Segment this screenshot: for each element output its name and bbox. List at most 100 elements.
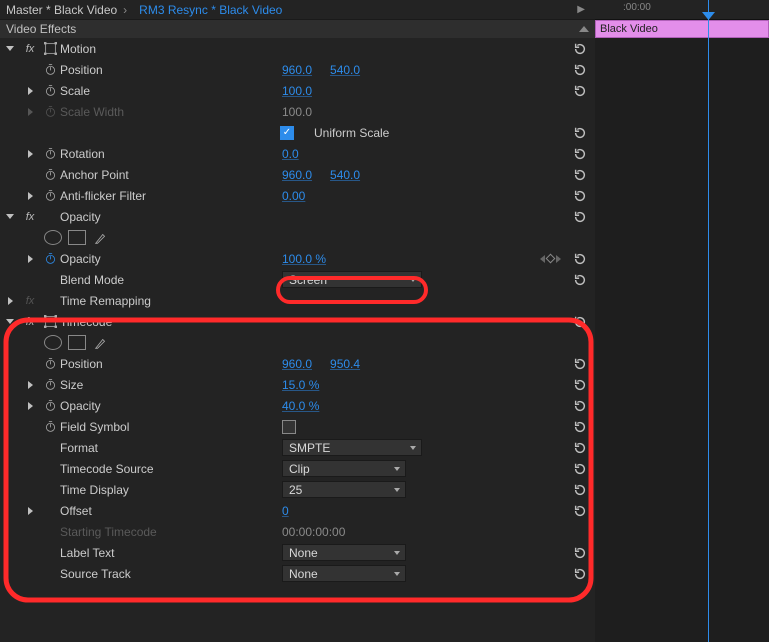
twirl-right-icon[interactable] <box>20 87 40 95</box>
effect-time-remapping[interactable]: fx Time Remapping <box>0 290 595 311</box>
effect-opacity[interactable]: fx Opacity <box>0 206 595 227</box>
reset-icon[interactable] <box>571 544 589 561</box>
mask-ellipse-button[interactable] <box>44 230 62 245</box>
reset-icon[interactable] <box>571 397 589 414</box>
mini-timeline: :00:00 Black Video <box>595 0 769 642</box>
add-keyframe-icon[interactable] <box>546 254 556 264</box>
mask-pen-button[interactable] <box>92 335 110 350</box>
prop-motion-antiflicker: Anti-flicker Filter 0.00 <box>0 185 595 206</box>
reset-icon[interactable] <box>571 82 589 99</box>
value[interactable]: 0 <box>282 504 289 518</box>
effect-motion[interactable]: fx Motion <box>0 38 595 59</box>
prop-label: Scale Width <box>60 105 124 119</box>
fx-badge-icon[interactable]: fx <box>20 211 40 223</box>
reset-icon[interactable] <box>571 61 589 78</box>
reset-icon[interactable] <box>571 460 589 477</box>
reset-icon[interactable] <box>571 376 589 393</box>
reset-icon[interactable] <box>571 40 589 57</box>
stopwatch-icon[interactable] <box>40 147 60 160</box>
value[interactable]: 100.0 <box>282 84 312 98</box>
stopwatch-icon[interactable] <box>40 189 60 202</box>
stopwatch-icon[interactable] <box>40 168 60 181</box>
prev-keyframe-icon[interactable] <box>540 255 545 263</box>
twirl-right-icon[interactable] <box>20 507 40 515</box>
value-x[interactable]: 960.0 <box>282 63 312 77</box>
uniform-scale-checkbox[interactable] <box>280 126 294 140</box>
stopwatch-icon[interactable] <box>40 63 60 76</box>
twirl-right-icon[interactable] <box>20 192 40 200</box>
twirl-right-icon[interactable] <box>20 255 40 263</box>
reset-icon[interactable] <box>571 502 589 519</box>
reset-icon[interactable] <box>571 124 589 141</box>
reset-icon[interactable] <box>571 439 589 456</box>
effect-timecode[interactable]: fx Timecode <box>0 311 595 332</box>
reset-icon[interactable] <box>571 418 589 435</box>
value[interactable]: 40.0 % <box>282 399 319 413</box>
twirl-right-icon[interactable] <box>20 402 40 410</box>
stopwatch-icon[interactable] <box>40 378 60 391</box>
prop-label: Rotation <box>60 147 105 161</box>
prop-motion-scale: Scale 100.0 <box>0 80 595 101</box>
keyframe-nav <box>540 255 561 263</box>
reset-icon[interactable] <box>571 208 589 225</box>
reset-icon[interactable] <box>571 250 589 267</box>
reset-icon[interactable] <box>571 565 589 582</box>
twirl-right-icon[interactable] <box>20 381 40 389</box>
stopwatch-icon[interactable] <box>40 357 60 370</box>
reset-icon[interactable] <box>571 271 589 288</box>
value[interactable]: 0.0 <box>282 147 299 161</box>
mask-rect-button[interactable] <box>68 335 86 350</box>
mask-pen-button[interactable] <box>92 230 110 245</box>
next-keyframe-icon[interactable] <box>556 255 561 263</box>
playhead-line[interactable] <box>708 0 709 642</box>
prop-tc-opacity: Opacity 40.0 % <box>0 395 595 416</box>
twirl-down-icon[interactable] <box>0 319 20 324</box>
stopwatch-icon[interactable] <box>40 399 60 412</box>
play-icon[interactable]: ▶ <box>577 4 589 15</box>
twirl-right-icon[interactable] <box>0 297 20 305</box>
time-display-dropdown[interactable]: 25 <box>282 481 406 498</box>
value-y[interactable]: 540.0 <box>330 168 360 182</box>
prop-motion-anchor: Anchor Point 960.0540.0 <box>0 164 595 185</box>
value[interactable]: 0.00 <box>282 189 305 203</box>
fx-badge-icon[interactable]: fx <box>20 316 40 328</box>
blend-mode-dropdown[interactable]: Screen <box>282 271 422 288</box>
twirl-down-icon[interactable] <box>0 46 20 51</box>
mask-ellipse-button[interactable] <box>44 335 62 350</box>
prop-tc-field: Field Symbol <box>0 416 595 437</box>
mask-rect-button[interactable] <box>68 230 86 245</box>
reset-icon[interactable] <box>571 166 589 183</box>
effect-name: Opacity <box>60 210 101 224</box>
value-y[interactable]: 950.4 <box>330 357 360 371</box>
prop-label: Scale <box>60 84 90 98</box>
field-symbol-checkbox[interactable] <box>282 420 296 434</box>
source-clip-link[interactable]: RM3 Resync * Black Video <box>139 3 282 17</box>
stopwatch-icon[interactable] <box>40 252 60 265</box>
reset-icon[interactable] <box>571 313 589 330</box>
stopwatch-icon[interactable] <box>40 420 60 433</box>
time-ruler[interactable]: :00:00 <box>595 0 769 20</box>
fx-badge-icon[interactable]: fx <box>20 295 40 307</box>
prop-motion-scale-width: Scale Width 100.0 <box>0 101 595 122</box>
label-text-dropdown[interactable]: None <box>282 544 406 561</box>
fx-badge-icon[interactable]: fx <box>20 43 40 55</box>
twirl-down-icon[interactable] <box>0 214 20 219</box>
value[interactable]: 100.0 % <box>282 252 326 266</box>
format-dropdown[interactable]: SMPTE <box>282 439 422 456</box>
value-x[interactable]: 960.0 <box>282 168 312 182</box>
reset-icon[interactable] <box>571 355 589 372</box>
reset-icon[interactable] <box>571 481 589 498</box>
value-x[interactable]: 960.0 <box>282 357 312 371</box>
stopwatch-icon[interactable] <box>40 84 60 97</box>
value-y[interactable]: 540.0 <box>330 63 360 77</box>
video-effects-header[interactable]: Video Effects <box>0 20 595 38</box>
twirl-right-icon[interactable] <box>20 150 40 158</box>
transform-icon[interactable] <box>40 42 60 55</box>
reset-icon[interactable] <box>571 187 589 204</box>
clip-bar[interactable]: Black Video <box>595 20 769 38</box>
source-track-dropdown[interactable]: None <box>282 565 406 582</box>
reset-icon[interactable] <box>571 145 589 162</box>
timecode-source-dropdown[interactable]: Clip <box>282 460 406 477</box>
value[interactable]: 15.0 % <box>282 378 319 392</box>
transform-icon[interactable] <box>40 315 60 328</box>
